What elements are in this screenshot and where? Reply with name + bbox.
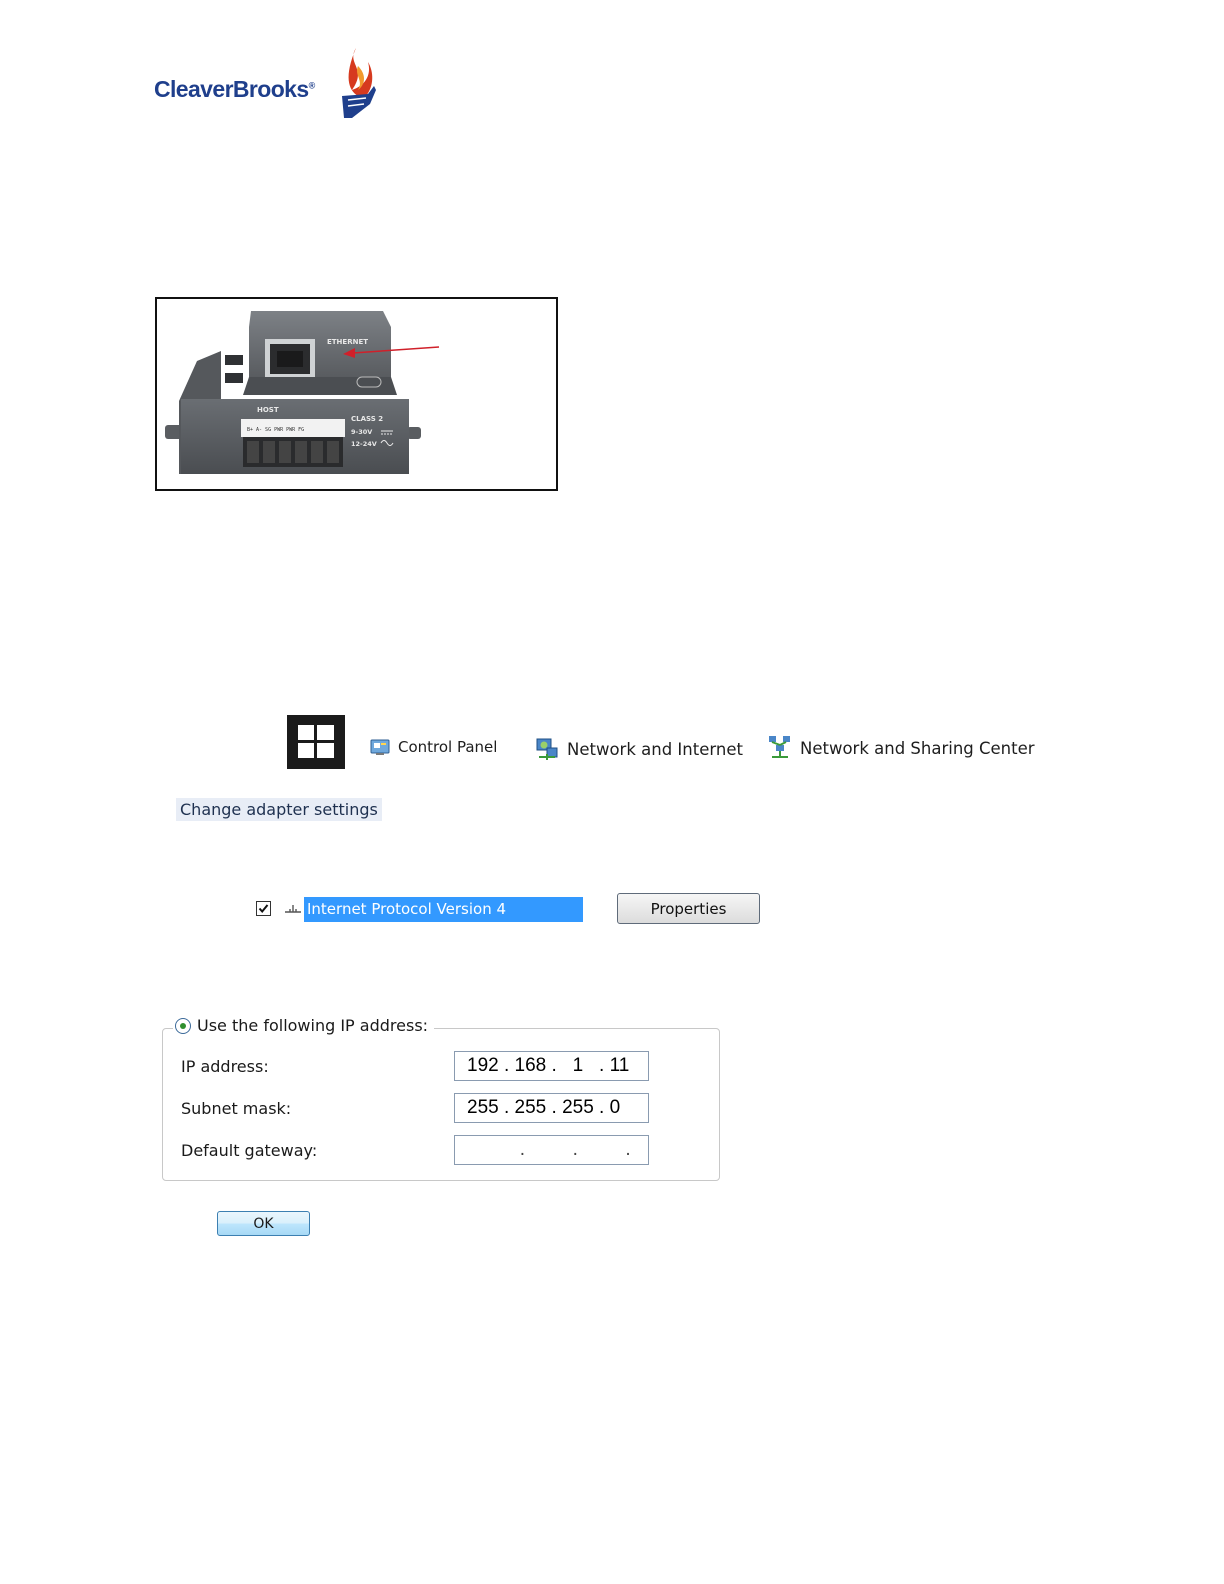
properties-button[interactable]: Properties [617, 893, 760, 924]
ipv4-checkbox[interactable] [256, 901, 271, 916]
ip-address-input[interactable]: 192 . 168 . 1 . 11 [454, 1051, 649, 1081]
host-label: HOST [257, 406, 279, 414]
ipv4-list-item[interactable]: Internet Protocol Version 4 (TCP/IPv4) [304, 897, 583, 943]
network-internet-link[interactable]: Network and Internet [535, 737, 743, 761]
checkmark-icon [258, 904, 269, 914]
windows-logo-icon[interactable] [287, 715, 345, 769]
default-gateway-input[interactable]: . . . [454, 1135, 649, 1165]
network-internet-icon [536, 738, 558, 760]
control-panel-label: Control Panel [398, 738, 498, 756]
network-sharing-center-label: Network and Sharing Center [800, 738, 1035, 758]
control-panel-link[interactable]: Control Panel [370, 737, 497, 757]
cleaverbrooks-logo: CleaverBrooks® [152, 44, 392, 124]
ip-address-label: IP address: [181, 1057, 269, 1076]
network-internet-label: Network and Internet [567, 739, 743, 759]
network-sharing-icon [769, 736, 790, 758]
network-sharing-center-link[interactable]: Network and Sharing Center [768, 735, 1035, 761]
svg-text:B+ A- SG PWR PWR FG: B+ A- SG PWR PWR FG [247, 427, 304, 433]
ethernet-label: ETHERNET [327, 338, 368, 346]
class-label: CLASS 2 [351, 415, 383, 423]
use-following-ip-option[interactable]: Use the following IP address: [173, 1016, 435, 1035]
registered-mark: ® [308, 80, 316, 91]
default-gateway-label: Default gateway: [181, 1141, 318, 1160]
control-panel-icon [370, 739, 390, 755]
subnet-mask-input[interactable]: 255 . 255 . 255 . 0 [454, 1093, 649, 1123]
use-following-ip-label: Use the following IP address: [197, 1016, 429, 1035]
logo-wordmark: CleaverBrooks® [154, 76, 316, 102]
voltage-dc-label: 9-30V [351, 428, 372, 436]
device-photo: ETHERNET HOST B+ A- SG PWR PWR FG CLASS … [155, 297, 558, 491]
network-protocol-icon [285, 905, 301, 913]
ok-button[interactable]: OK [217, 1211, 310, 1236]
radio-selected-icon[interactable] [175, 1017, 191, 1034]
voltage-ac-label: 12-24V [351, 440, 377, 448]
flame-hand-icon [342, 48, 376, 118]
subnet-mask-label: Subnet mask: [181, 1099, 292, 1118]
change-adapter-settings-link[interactable]: Change adapter settings [176, 798, 382, 821]
